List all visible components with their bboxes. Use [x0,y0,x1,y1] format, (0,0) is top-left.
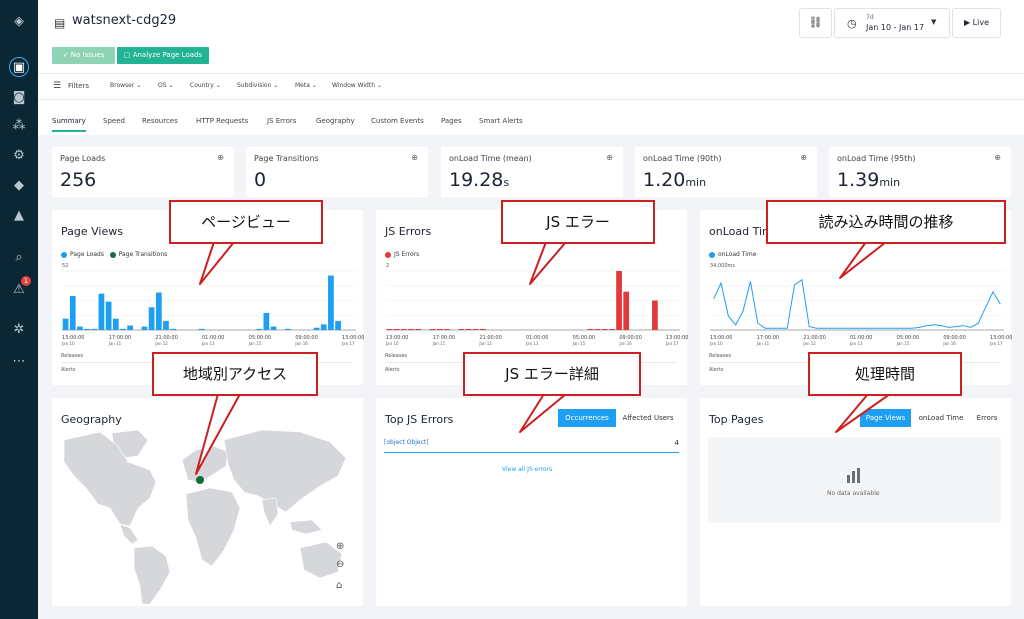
callout-load-trend: 読み込み時間の推移 [766,200,1006,244]
callout-page-views: ページビュー [169,200,323,244]
callout-pointer [199,241,235,285]
callout-js-errors: JS エラー [501,200,655,244]
callout-region: 地域別アクセス [152,352,318,396]
callout-pointer [529,241,567,285]
callout-js-detail: JS エラー詳細 [463,352,641,396]
callout-pointer [519,393,567,433]
callout-pointer [839,241,887,279]
callout-pointer [835,393,891,433]
callout-arrows [195,241,891,475]
callout-processing: 処理時間 [808,352,962,396]
callout-pointer [195,393,241,475]
